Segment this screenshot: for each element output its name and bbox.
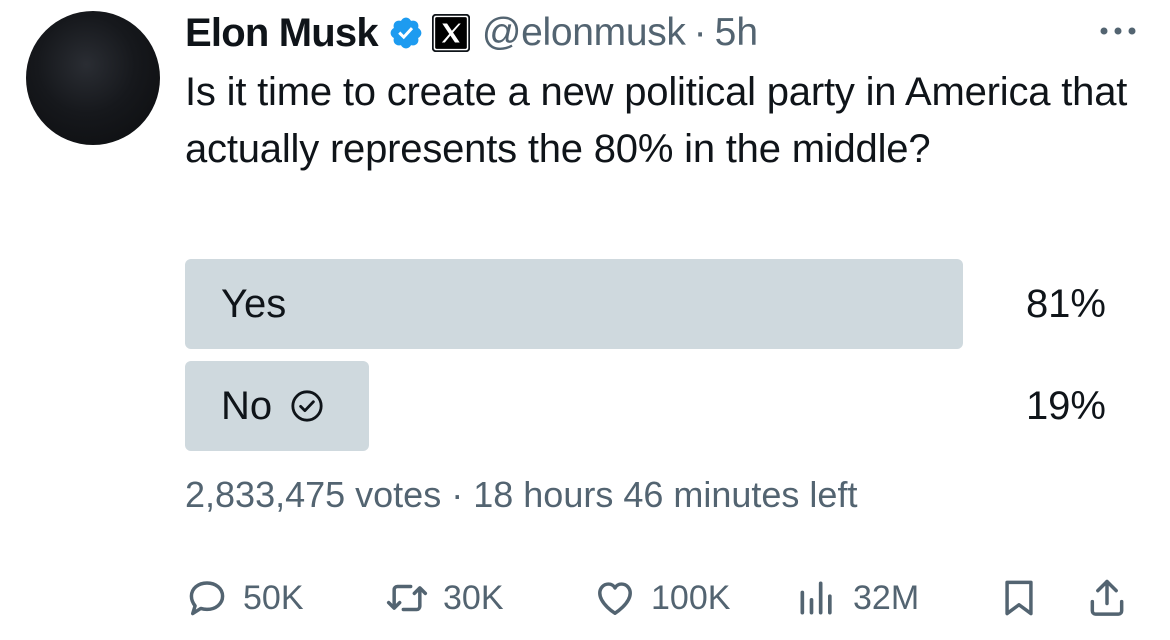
reply-count: 50K <box>243 578 304 617</box>
poll-percent-no: 19% <box>1025 383 1106 428</box>
retweet-button[interactable]: 30K <box>385 570 504 626</box>
author-handle[interactable]: @elonmusk <box>482 11 686 55</box>
poll-meta-separator: · <box>451 474 464 515</box>
views-count: 32M <box>853 578 920 617</box>
poll-option-yes: Yes 81% <box>185 259 1106 349</box>
share-icon <box>1090 579 1124 616</box>
reply-button[interactable]: 50K <box>185 570 304 626</box>
poll-vote-count: 2,833,475 votes <box>185 474 442 515</box>
poll-percent-yes: 81% <box>1025 281 1106 326</box>
poll-option-label: Yes <box>221 281 287 326</box>
share-button[interactable] <box>1085 570 1129 626</box>
x-logo-icon <box>431 14 470 52</box>
like-count: 100K <box>651 578 731 617</box>
tweet-timestamp[interactable]: 5h <box>715 11 758 55</box>
like-button[interactable]: 100K <box>593 570 730 626</box>
bookmark-icon <box>1005 580 1033 616</box>
more-icon[interactable] <box>1096 16 1140 46</box>
poll-option-label: No <box>221 383 273 428</box>
views-icon <box>800 581 832 615</box>
poll-meta: 2,833,475 votes · 18 hours 46 minutes le… <box>185 474 857 516</box>
poll-label-yes: Yes <box>221 259 286 349</box>
bookmark-button[interactable] <box>997 570 1041 626</box>
views-button[interactable]: 32M <box>795 570 919 626</box>
header-separator: · <box>693 11 707 54</box>
reply-icon <box>189 581 225 616</box>
author-name[interactable]: Elon Musk <box>185 11 379 56</box>
poll-bar-yes <box>185 259 964 349</box>
retweet-count: 30K <box>443 578 504 617</box>
tweet-text: Is it time to create a new political par… <box>185 70 1128 171</box>
avatar[interactable] <box>26 11 160 145</box>
tweet-actions: 50K 30K 100K 32M <box>185 570 1140 626</box>
poll-label-no: No <box>221 361 324 451</box>
tweet-header: Elon Musk @elonmusk · 5h <box>185 8 1140 58</box>
verified-badge-icon <box>390 17 422 49</box>
retweet-icon <box>386 584 428 612</box>
heart-icon <box>598 582 632 615</box>
check-circle-icon <box>291 390 323 422</box>
poll-time-left: 18 hours 46 minutes left <box>473 474 858 515</box>
poll-option-no: No 19% <box>185 361 1106 451</box>
